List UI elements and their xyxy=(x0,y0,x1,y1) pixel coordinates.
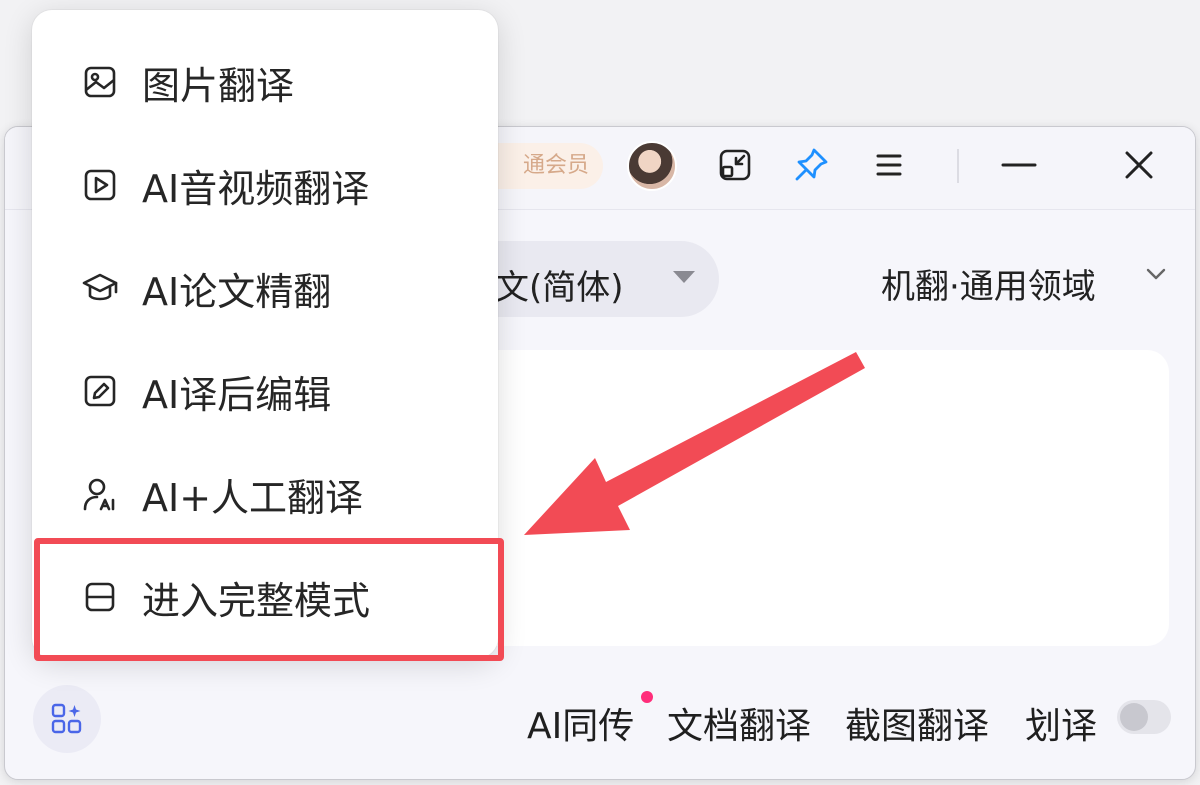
menu-item-image-translate[interactable]: 图片翻译 xyxy=(32,32,498,132)
menu-item-label: AI音视频翻译 xyxy=(142,166,370,211)
graduation-cap-icon xyxy=(80,268,120,308)
menu-item-ai-av-translate[interactable]: AI音视频翻译 xyxy=(32,135,498,235)
menu-item-label: AI译后编辑 xyxy=(142,372,332,417)
menu-item-ai-post-edit[interactable]: AI译后编辑 xyxy=(32,341,498,441)
menu-item-label: 图片翻译 xyxy=(142,63,295,108)
menu-item-label: AI+人工翻译 xyxy=(142,475,364,520)
menu-item-ai-human-translate[interactable]: AI+人工翻译 xyxy=(32,444,498,544)
person-ai-icon xyxy=(80,474,120,514)
image-icon xyxy=(80,62,120,102)
menu-item-label: AI论文精翻 xyxy=(142,269,332,314)
annotation-highlight-box xyxy=(34,538,504,661)
menu-item-ai-paper-translate[interactable]: AI论文精翻 xyxy=(32,238,498,338)
edit-pencil-icon xyxy=(80,371,120,411)
video-play-icon xyxy=(80,165,120,205)
